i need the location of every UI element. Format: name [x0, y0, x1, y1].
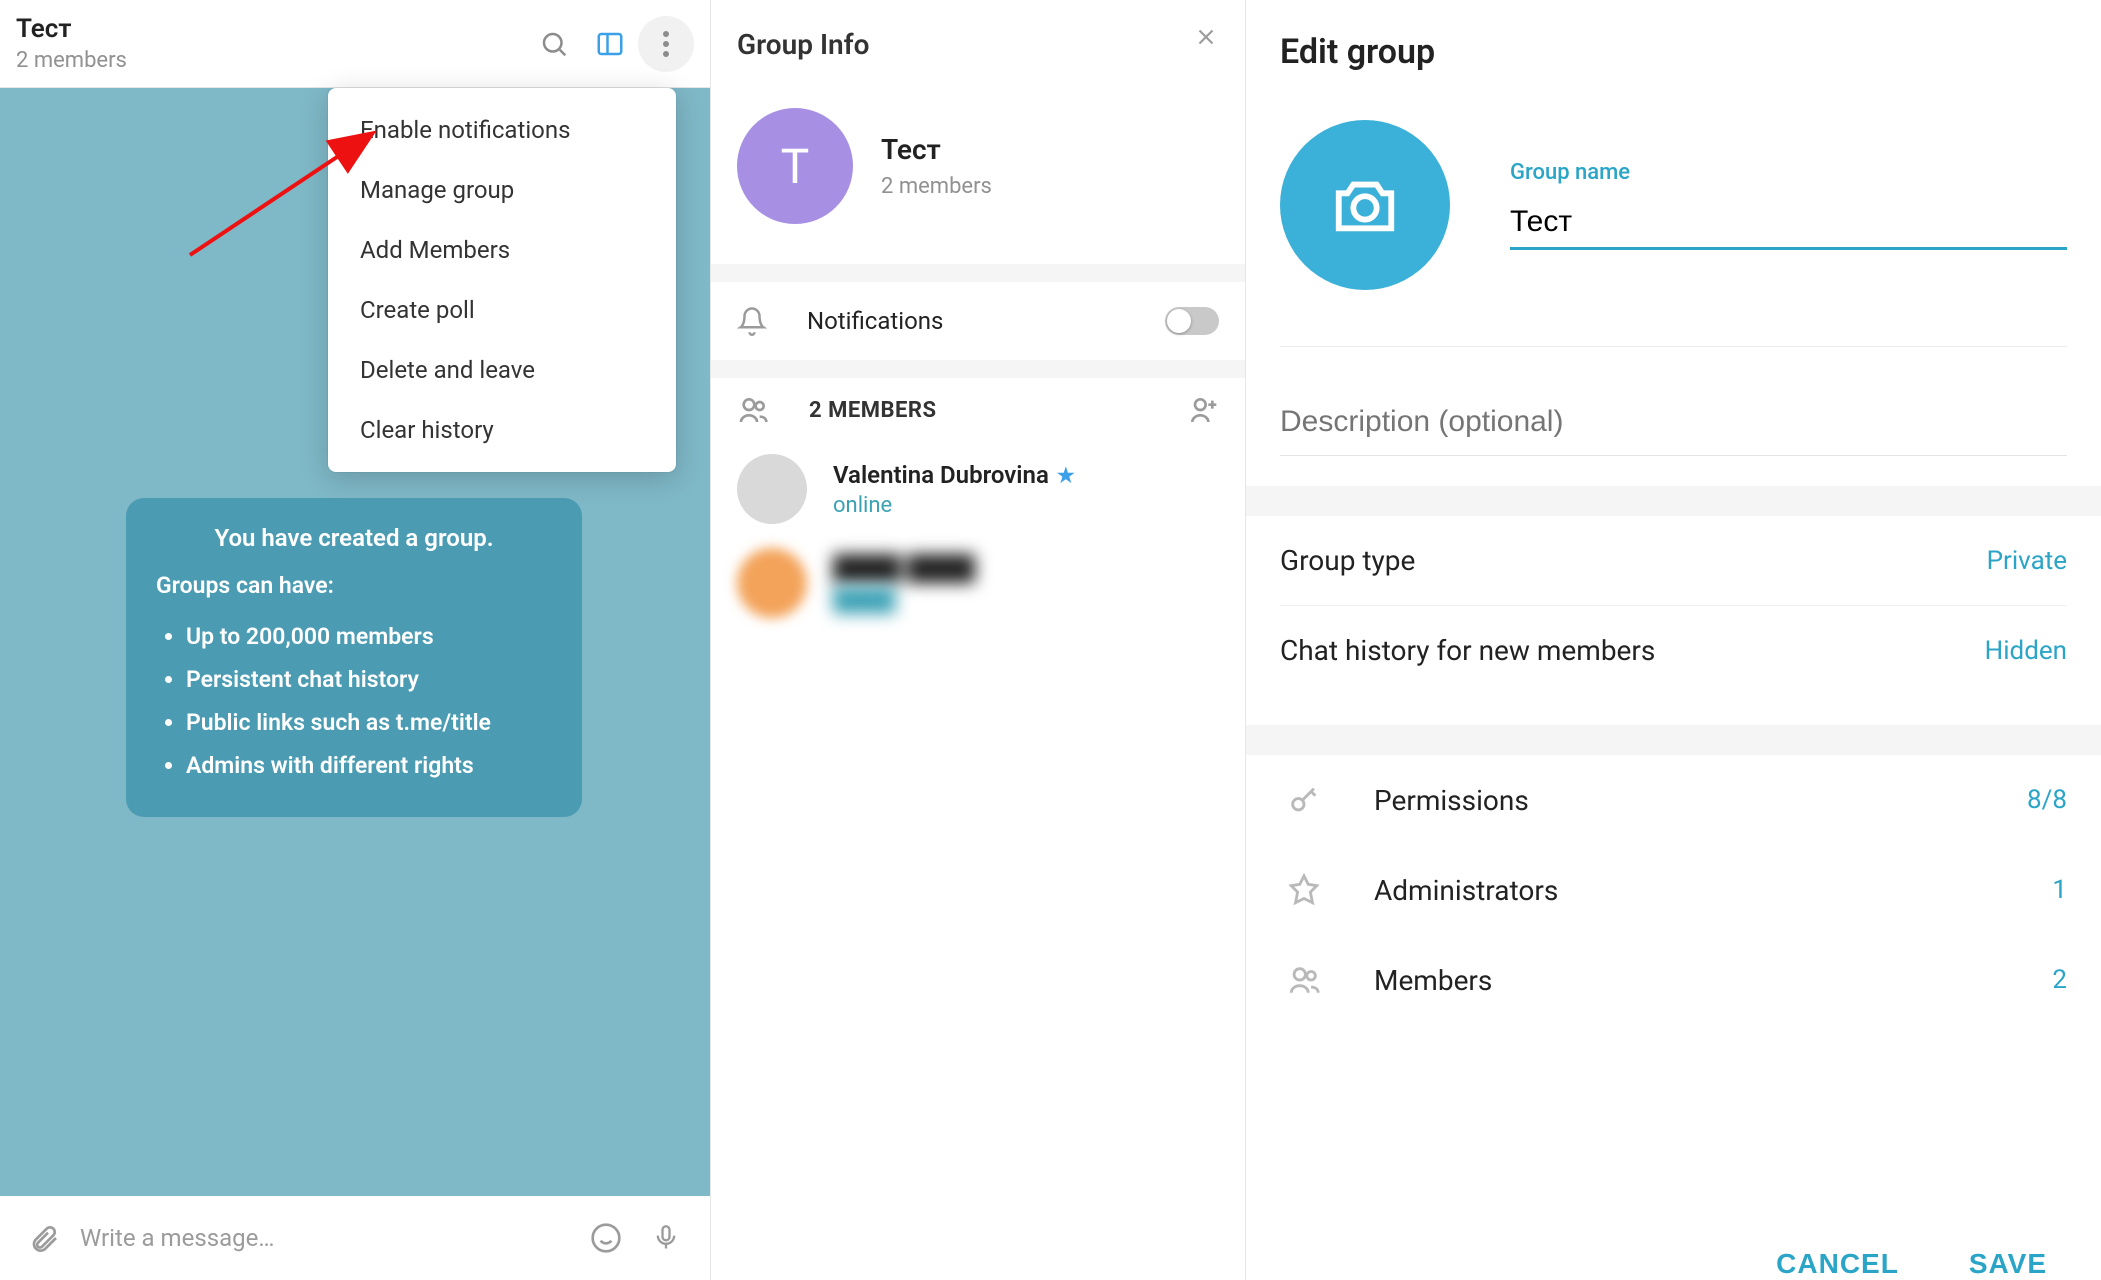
- divider: [1246, 486, 2101, 516]
- member-name: ████ ████: [833, 554, 975, 583]
- service-feature-item: Persistent chat history: [186, 658, 552, 701]
- info-title: Group Info: [737, 28, 869, 61]
- permissions-label: Permissions: [1374, 784, 1981, 817]
- group-name-label: Group name: [1510, 160, 2067, 185]
- save-button[interactable]: SAVE: [1969, 1248, 2047, 1280]
- notifications-row[interactable]: Notifications: [711, 282, 1245, 360]
- attach-icon[interactable]: [20, 1214, 68, 1262]
- members-header: 2 MEMBERS: [711, 378, 1245, 442]
- service-feature-item: Admins with different rights: [186, 744, 552, 787]
- chat-history-row[interactable]: Chat history for new members Hidden: [1280, 605, 2067, 695]
- divider: [711, 264, 1245, 282]
- group-type-row[interactable]: Group type Private: [1280, 516, 2067, 605]
- menu-delete-leave[interactable]: Delete and leave: [328, 340, 676, 400]
- members-label: Members: [1374, 964, 2006, 997]
- chat-header: Тест 2 members: [0, 0, 710, 88]
- info-group-sub: 2 members: [881, 174, 992, 199]
- members-icon: [737, 394, 769, 426]
- emoji-icon[interactable]: [582, 1214, 630, 1262]
- group-name-input[interactable]: [1510, 199, 2067, 250]
- member-name: Valentina Dubrovina: [833, 461, 1049, 489]
- change-photo-button[interactable]: [1280, 120, 1450, 290]
- cancel-button[interactable]: CANCEL: [1776, 1248, 1899, 1280]
- member-status: ████: [833, 587, 975, 613]
- members-icon: [1280, 963, 1328, 997]
- administrators-value: 1: [2052, 875, 2067, 905]
- members-value: 2: [2052, 965, 2067, 995]
- key-icon: [1280, 783, 1328, 817]
- administrators-label: Administrators: [1374, 874, 2006, 907]
- menu-add-members[interactable]: Add Members: [328, 220, 676, 280]
- service-feature-item: Public links such as t.me/title: [186, 701, 552, 744]
- notifications-label: Notifications: [807, 307, 1125, 335]
- menu-create-poll[interactable]: Create poll: [328, 280, 676, 340]
- avatar: [737, 454, 807, 524]
- edit-title: Edit group: [1280, 32, 2067, 72]
- avatar: [737, 548, 807, 618]
- member-row[interactable]: Valentina Dubrovina ★ online: [711, 442, 1245, 536]
- service-message: You have created a group. Groups can hav…: [126, 498, 582, 817]
- group-type-label: Group type: [1280, 544, 1941, 577]
- add-member-icon[interactable]: [1187, 394, 1219, 426]
- service-message-sub: Groups can have:: [156, 572, 552, 599]
- context-menu: Enable notifications Manage group Add Me…: [328, 88, 676, 472]
- chat-subtitle: 2 members: [16, 48, 526, 73]
- chat-history-value: Hidden: [1985, 636, 2067, 666]
- star-icon: ★: [1057, 463, 1075, 487]
- member-status: online: [833, 493, 1075, 518]
- bell-icon: [737, 306, 767, 336]
- close-icon[interactable]: [1193, 24, 1219, 50]
- menu-enable-notifications[interactable]: Enable notifications: [328, 100, 676, 160]
- service-feature-item: Up to 200,000 members: [186, 615, 552, 658]
- chat-title: Тест: [16, 14, 526, 44]
- group-type-value: Private: [1987, 546, 2067, 576]
- divider: [711, 360, 1245, 378]
- members-count: 2 MEMBERS: [809, 398, 1147, 423]
- voice-icon[interactable]: [642, 1214, 690, 1262]
- chat-header-title-block[interactable]: Тест 2 members: [16, 14, 526, 73]
- administrators-row[interactable]: Administrators 1: [1280, 845, 2067, 935]
- message-composer: Write a message…: [0, 1196, 710, 1280]
- group-avatar: T: [737, 108, 853, 224]
- info-group-name: Тест: [881, 133, 992, 166]
- message-input[interactable]: Write a message…: [80, 1224, 570, 1252]
- divider: [1246, 725, 2101, 755]
- info-header: Group Info: [711, 0, 1245, 88]
- permissions-value: 8/8: [2027, 785, 2067, 815]
- more-icon[interactable]: [638, 16, 694, 72]
- sidebar-toggle-icon[interactable]: [582, 16, 638, 72]
- chat-history-label: Chat history for new members: [1280, 634, 1939, 667]
- description-input[interactable]: [1280, 395, 2067, 456]
- menu-clear-history[interactable]: Clear history: [328, 400, 676, 460]
- permissions-row[interactable]: Permissions 8/8: [1280, 755, 2067, 845]
- notifications-toggle[interactable]: [1165, 307, 1219, 335]
- search-icon[interactable]: [526, 16, 582, 72]
- member-row[interactable]: ████ ████ ████: [711, 536, 1245, 630]
- menu-manage-group[interactable]: Manage group: [328, 160, 676, 220]
- camera-icon: [1330, 175, 1400, 235]
- star-icon: [1280, 873, 1328, 907]
- info-profile[interactable]: T Тест 2 members: [711, 88, 1245, 264]
- service-message-title: You have created a group.: [156, 524, 552, 552]
- members-row[interactable]: Members 2: [1280, 935, 2067, 1025]
